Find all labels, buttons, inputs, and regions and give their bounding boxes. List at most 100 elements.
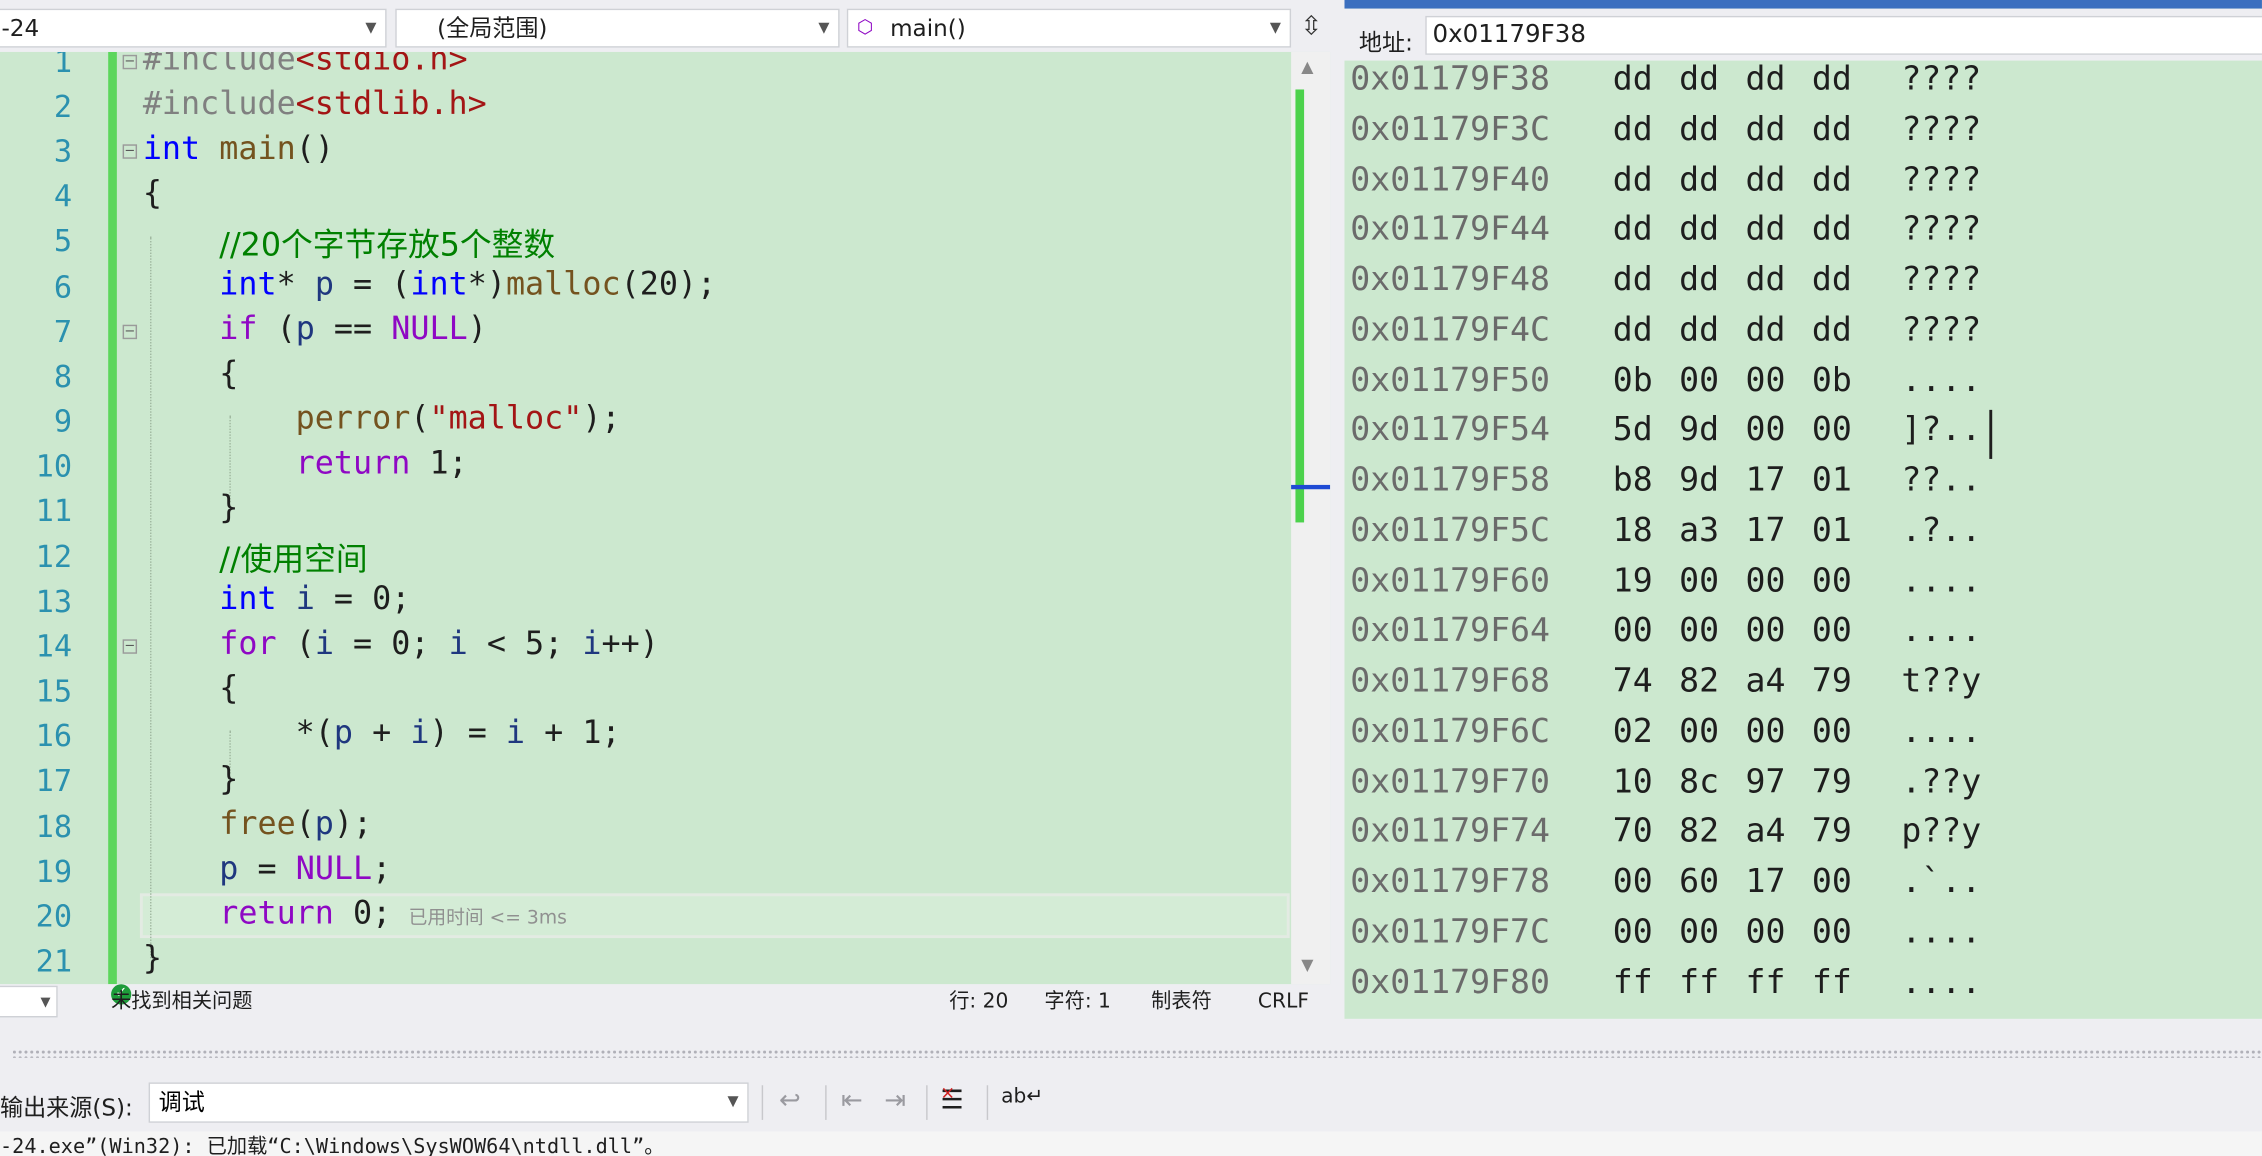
memory-byte[interactable]: 00 [1812,863,1852,901]
memory-row[interactable]: 0x01179F7C 00 00 00 00.... [1344,913,2261,962]
memory-byte[interactable]: 8c [1679,763,1719,801]
memory-row[interactable]: 0x01179F60 19 00 00 00.... [1344,562,2261,611]
memory-byte[interactable]: 82 [1679,662,1719,700]
memory-ascii[interactable]: .... [1901,362,1981,400]
memory-byte[interactable]: 00 [1613,913,1653,951]
memory-byte[interactable]: dd [1746,111,1786,149]
memory-byte[interactable]: 10 [1613,763,1653,801]
memory-byte[interactable]: 00 [1812,412,1852,450]
memory-byte[interactable]: 00 [1679,562,1719,600]
memory-byte[interactable]: dd [1613,111,1653,149]
char-indicator[interactable]: 字符: 1 [1044,984,1110,1019]
memory-byte[interactable]: 00 [1812,562,1852,600]
memory-byte[interactable]: dd [1812,311,1852,349]
memory-byte[interactable]: 70 [1613,813,1653,851]
memory-byte[interactable]: 0b [1613,362,1653,400]
memory-byte[interactable]: ff [1812,963,1852,1001]
memory-byte[interactable]: dd [1679,211,1719,249]
memory-byte[interactable]: 00 [1812,612,1852,650]
memory-row[interactable]: 0x01179F68 74 82 a4 79 t??y [1344,662,2261,711]
memory-byte[interactable]: 00 [1746,713,1786,751]
memory-byte[interactable]: 9d [1679,462,1719,500]
memory-byte[interactable]: ff [1679,963,1719,1001]
memory-row[interactable]: 0x01179F40 dd dd dd dd???? [1344,161,2261,210]
memory-byte[interactable]: dd [1613,261,1653,299]
memory-byte[interactable]: 60 [1679,863,1719,901]
memory-byte[interactable]: 00 [1812,913,1852,951]
function-dropdown[interactable]: ⬡ main() ▼ [846,8,1292,48]
memory-byte[interactable]: dd [1679,161,1719,199]
scrollbar-thumb[interactable] [1295,89,1305,523]
memory-byte[interactable]: dd [1812,111,1852,149]
tabs-indicator[interactable]: 制表符 [1151,984,1212,1019]
memory-byte[interactable]: 17 [1746,863,1786,901]
scroll-down-icon[interactable]: ▼ [1301,955,1313,974]
memory-ascii[interactable]: t??y [1901,662,1981,700]
memory-byte[interactable]: 00 [1746,362,1786,400]
memory-row[interactable]: 0x01179F78 00 60 17 00 .`.. [1344,863,2261,912]
memory-row[interactable]: 0x01179F70 10 8c 97 79 .??y [1344,763,2261,812]
memory-byte[interactable]: dd [1613,211,1653,249]
go-to-line-icon[interactable]: ↩ [779,1085,801,1115]
memory-byte[interactable]: 79 [1812,763,1852,801]
memory-byte[interactable]: 17 [1746,462,1786,500]
memory-ascii[interactable]: ]?.. [1901,412,1981,450]
memory-byte[interactable]: dd [1679,61,1719,99]
memory-byte[interactable]: 00 [1746,913,1786,951]
memory-byte[interactable]: 01 [1812,462,1852,500]
collapse-icon[interactable]: − [122,324,138,340]
memory-ascii[interactable]: ??.. [1901,462,1981,500]
memory-byte[interactable]: b8 [1613,462,1653,500]
memory-byte[interactable]: 02 [1613,713,1653,751]
memory-row[interactable]: 0x01179F64 00 00 00 00.... [1344,612,2261,661]
memory-byte[interactable]: dd [1613,311,1653,349]
scroll-up-icon[interactable]: ▲ [1301,58,1313,77]
memory-byte[interactable]: 0b [1812,362,1852,400]
memory-byte[interactable]: 74 [1613,662,1653,700]
memory-row[interactable]: 0x01179F3C dd dd dd dd???? [1344,111,2261,160]
memory-byte[interactable]: dd [1679,261,1719,299]
memory-ascii[interactable]: .??y [1901,763,1981,801]
memory-byte[interactable]: dd [1812,61,1852,99]
memory-byte[interactable]: 00 [1679,362,1719,400]
memory-byte[interactable]: 9d [1679,412,1719,450]
memory-byte[interactable]: dd [1746,211,1786,249]
memory-byte[interactable]: 17 [1746,512,1786,550]
memory-ascii[interactable]: .?.. [1901,512,1981,550]
memory-byte[interactable]: 00 [1679,913,1719,951]
memory-byte[interactable]: dd [1812,161,1852,199]
line-indicator[interactable]: 行: 20 [949,984,1008,1019]
memory-byte[interactable]: 00 [1679,612,1719,650]
memory-row[interactable]: 0x01179F74 70 82 a4 79 p??y [1344,813,2261,862]
collapse-icon[interactable]: − [122,639,138,654]
memory-byte[interactable]: a3 [1679,512,1719,550]
memory-row[interactable]: 0x01179F54 5d 9d 00 00]?.. [1344,412,2261,461]
memory-byte[interactable]: 00 [1679,713,1719,751]
memory-row[interactable]: 0x01179F4C dd dd dd dd???? [1344,311,2261,360]
memory-row[interactable]: 0x01179F38 dd dd dd dd???? [1344,61,2261,110]
memory-byte[interactable]: 19 [1613,562,1653,600]
memory-byte[interactable]: dd [1746,261,1786,299]
memory-row[interactable]: 0x01179F48 dd dd dd dd???? [1344,261,2261,310]
zoom-dropdown[interactable]: ▼ [0,985,58,1018]
memory-ascii[interactable]: .... [1901,562,1981,600]
memory-byte[interactable]: 5d [1613,412,1653,450]
memory-byte[interactable]: 00 [1812,713,1852,751]
previous-message-icon[interactable]: ⇤ [841,1085,863,1115]
memory-byte[interactable]: a4 [1746,813,1786,851]
line-ending-indicator[interactable]: CRLF [1258,984,1309,1019]
memory-ascii[interactable]: p??y [1901,813,1981,851]
memory-ascii[interactable]: .... [1901,963,1981,1001]
word-wrap-icon[interactable]: ab↵ [1001,1085,1043,1108]
pane-separator[interactable] [0,1018,2262,1034]
memory-byte[interactable]: 79 [1812,662,1852,700]
memory-byte[interactable]: 97 [1746,763,1786,801]
memory-byte[interactable]: 00 [1613,863,1653,901]
split-window-button[interactable]: ⇳ [1297,12,1326,47]
memory-byte[interactable]: dd [1679,111,1719,149]
memory-byte[interactable]: ff [1613,963,1653,1001]
output-window-grip[interactable] [11,1049,2262,1058]
memory-byte[interactable]: 01 [1812,512,1852,550]
memory-byte[interactable]: 00 [1746,612,1786,650]
memory-byte[interactable]: 82 [1679,813,1719,851]
